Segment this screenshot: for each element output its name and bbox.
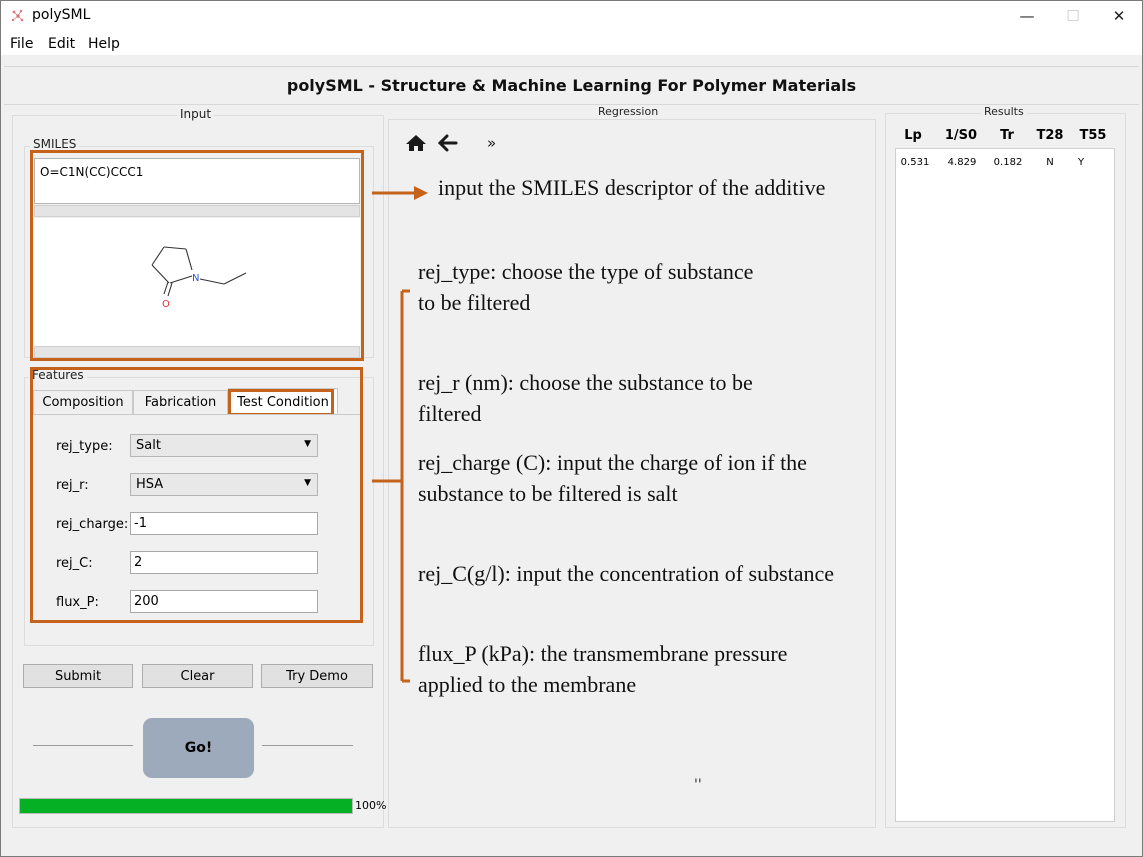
- flux-p-input[interactable]: 200: [130, 590, 318, 613]
- flux-p-label: flux_P:: [56, 595, 99, 610]
- rej-charge-annotation-line-2: substance to be filtered is salt: [418, 481, 678, 506]
- smiles-annotation-text: input the SMILES descriptor of the addit…: [438, 175, 826, 200]
- rej-r-select[interactable]: HSA ▼: [130, 473, 318, 496]
- go-divider-right: [262, 745, 353, 746]
- header-divider-bottom: [4, 104, 1139, 105]
- molecule-atom-o: O: [162, 299, 170, 310]
- go-button[interactable]: Go!: [143, 718, 254, 778]
- go-divider-left: [33, 745, 133, 746]
- molecule-scrollbar[interactable]: [34, 346, 360, 358]
- flux-p-annotation: flux_P (kPa): the transmembrane pressure…: [418, 638, 787, 700]
- regression-group-title: Regression: [595, 105, 662, 118]
- regression-stray-mark: '': [694, 777, 702, 793]
- header-divider-top: [4, 66, 1139, 67]
- rej-c-annotation: rej_C(g/l): input the concentration of s…: [418, 558, 834, 589]
- results-table[interactable]: [895, 148, 1115, 822]
- title-bar: polySML — ☐ ✕: [1, 1, 1142, 31]
- home-icon[interactable]: [405, 134, 427, 152]
- rej-r-label: rej_r:: [56, 478, 89, 493]
- maximize-button[interactable]: ☐: [1050, 1, 1096, 31]
- rej-type-select[interactable]: Salt ▼: [130, 434, 318, 457]
- submit-button[interactable]: Submit: [23, 664, 133, 688]
- rej-c-input[interactable]: 2: [130, 551, 318, 574]
- smiles-input[interactable]: O=C1N(CC)CCC1: [34, 158, 360, 204]
- toolbar-overflow-icon[interactable]: »: [487, 134, 496, 152]
- results-col-lp: Lp: [904, 128, 922, 143]
- features-group-title: Features: [29, 368, 87, 382]
- results-col-t28: T28: [1036, 128, 1064, 143]
- results-cell-tr: 0.182: [993, 157, 1023, 168]
- chevron-down-icon: ▼: [304, 439, 311, 449]
- clear-button[interactable]: Clear: [142, 664, 253, 688]
- tab-fabrication[interactable]: Fabrication: [133, 390, 228, 414]
- rej-type-annotation: rej_type: choose the type of substance t…: [418, 256, 753, 318]
- progress-label: 100%: [355, 799, 387, 812]
- rej-type-annotation-line-2: to be filtered: [418, 290, 531, 315]
- back-arrow-icon[interactable]: [438, 134, 458, 152]
- results-col-tr: Tr: [1000, 128, 1014, 143]
- menu-bar: File Edit Help: [1, 31, 1142, 55]
- smiles-annotation-arrow: [372, 186, 428, 200]
- molecule-view: N O: [34, 218, 360, 346]
- smiles-group-title: SMILES: [30, 137, 80, 151]
- rej-r-annotation-line-2: filtered: [418, 401, 482, 426]
- menu-file[interactable]: File: [10, 36, 33, 52]
- rej-charge-annotation: rej_charge (C): input the charge of ion …: [418, 447, 807, 509]
- results-group-title: Results: [981, 105, 1027, 118]
- rej-r-annotation-line-1: rej_r (nm): choose the substance to be: [418, 370, 753, 395]
- results-cell-1-s0: 4.829: [947, 157, 977, 168]
- rej-charge-annotation-line-1: rej_charge (C): input the charge of ion …: [418, 450, 807, 475]
- results-col-t55: T55: [1079, 128, 1107, 143]
- molecule-atom-n: N: [192, 273, 199, 284]
- rej-type-label: rej_type:: [56, 439, 113, 454]
- rej-c-annotation-line-1: rej_C(g/l): input the concentration of s…: [418, 561, 835, 586]
- results-cell-t28: N: [1046, 157, 1054, 168]
- close-button[interactable]: ✕: [1096, 1, 1142, 31]
- tab-test-condition[interactable]: Test Condition: [228, 388, 338, 415]
- rej-type-annotation-line-1: rej_type: choose the type of substance: [418, 259, 754, 284]
- results-cell-t55: Y: [1077, 157, 1085, 168]
- rej-type-value: Salt: [136, 438, 161, 453]
- results-cell-lp: 0.531: [900, 157, 930, 168]
- results-col-1-s0: 1/S0: [944, 128, 978, 143]
- rej-charge-label: rej_charge:: [56, 517, 129, 532]
- rej-charge-input[interactable]: -1: [130, 512, 318, 535]
- window-title: polySML: [32, 7, 91, 23]
- rej-r-value: HSA: [136, 477, 164, 492]
- flux-p-annotation-line-1: flux_P (kPa): the transmembrane pressure: [418, 641, 788, 666]
- minimize-button[interactable]: —: [1004, 1, 1050, 31]
- rej-r-annotation: rej_r (nm): choose the substance to be f…: [418, 367, 753, 429]
- menu-edit[interactable]: Edit: [48, 36, 75, 52]
- rej-c-label: rej_C:: [56, 556, 93, 571]
- tab-composition[interactable]: Composition: [33, 390, 133, 414]
- try-demo-button[interactable]: Try Demo: [261, 664, 373, 688]
- menu-help[interactable]: Help: [88, 36, 120, 52]
- chevron-down-icon: ▼: [304, 478, 311, 488]
- molecule-structure-image: N O: [151, 246, 247, 310]
- flux-p-annotation-line-2: applied to the membrane: [418, 672, 637, 697]
- input-group-title: Input: [177, 107, 215, 121]
- app-logo-icon: [11, 9, 24, 22]
- smiles-scrollbar[interactable]: [34, 205, 360, 217]
- progress-bar: [19, 798, 353, 814]
- features-annotation-bracket: [372, 289, 410, 683]
- progress-fill: [20, 799, 352, 813]
- app-header-title: polySML - Structure & Machine Learning F…: [286, 76, 857, 95]
